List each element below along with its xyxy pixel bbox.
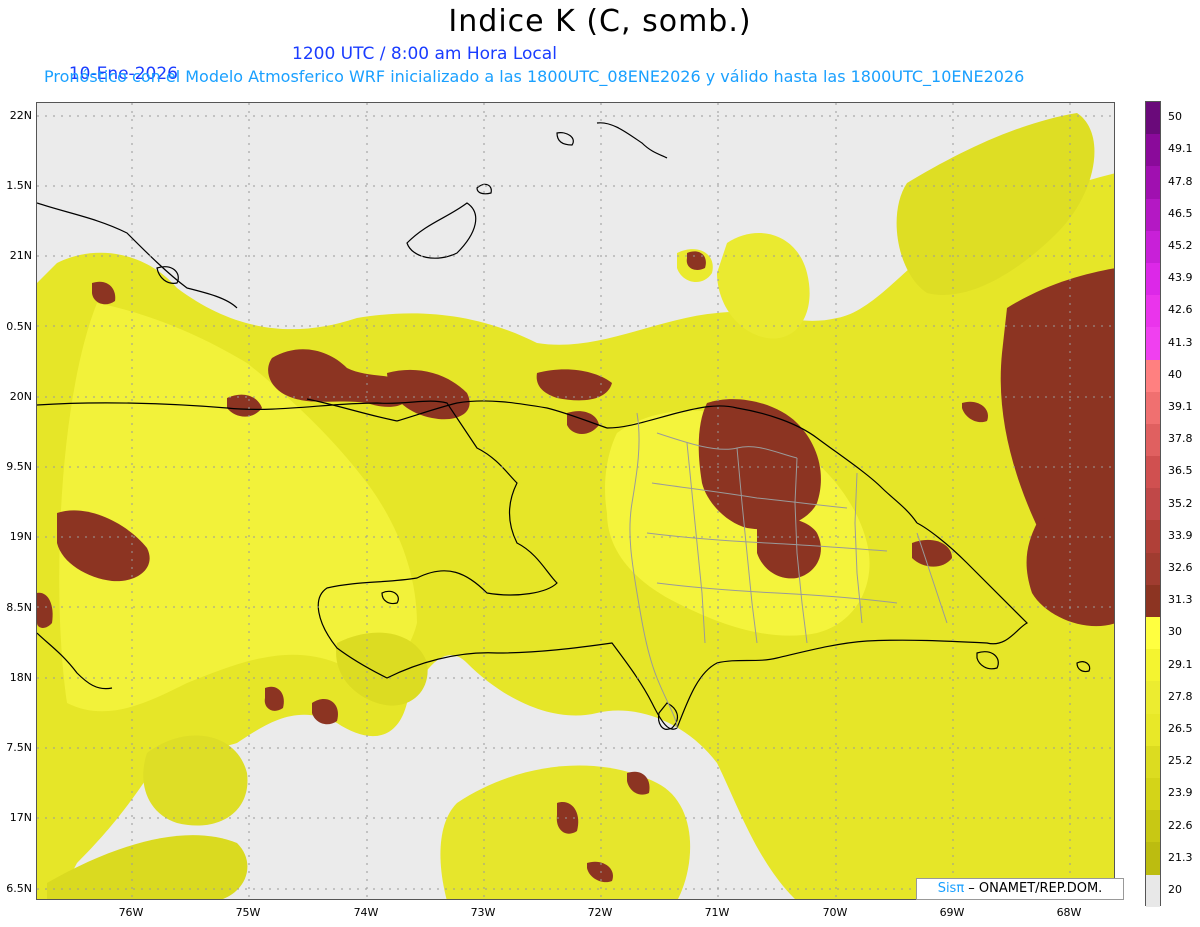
color-scale-label: 45.2 bbox=[1168, 238, 1193, 252]
lon-label: 73W bbox=[470, 906, 496, 919]
credit-box: Sisπ – ONAMET/REP.DOM. bbox=[916, 878, 1124, 900]
forecast-map bbox=[36, 102, 1115, 900]
color-scale-segment bbox=[1146, 198, 1160, 231]
model-subtitle: Pronóstico con el Modelo Atmosferico WRF… bbox=[44, 67, 1025, 86]
valid-time: 1200 UTC / 8:00 am Hora Local bbox=[292, 44, 557, 64]
color-scale-segment bbox=[1146, 391, 1160, 424]
color-scale-label: 30 bbox=[1168, 625, 1182, 639]
color-scale-label: 41.3 bbox=[1168, 335, 1193, 349]
color-scale-label: 32.6 bbox=[1168, 560, 1193, 574]
color-scale-segment bbox=[1146, 584, 1160, 617]
color-scale-segment bbox=[1146, 874, 1160, 907]
lon-label: 74W bbox=[353, 906, 379, 919]
color-scale-label: 27.8 bbox=[1168, 689, 1193, 703]
color-scale-segment bbox=[1146, 842, 1160, 875]
color-scale-label: 40 bbox=[1168, 367, 1182, 381]
lon-label: 71W bbox=[704, 906, 730, 919]
lat-label: 21N bbox=[9, 249, 32, 262]
color-scale-segment bbox=[1146, 295, 1160, 328]
color-scale-segment bbox=[1146, 327, 1160, 360]
color-scale-label: 39.1 bbox=[1168, 399, 1193, 413]
color-scale-segment bbox=[1146, 102, 1160, 135]
lat-label: 22N bbox=[9, 109, 32, 122]
color-scale-segment bbox=[1146, 134, 1160, 167]
lon-label: 70W bbox=[822, 906, 848, 919]
lat-label: 20N bbox=[9, 390, 32, 403]
color-scale-segment bbox=[1146, 520, 1160, 553]
credit-brand: Sisπ bbox=[937, 881, 965, 896]
color-scale-label: 31.3 bbox=[1168, 593, 1193, 607]
lon-label: 75W bbox=[235, 906, 261, 919]
color-scale-segment bbox=[1146, 262, 1160, 296]
lon-label: 68W bbox=[1056, 906, 1082, 919]
lat-label: 1.5N bbox=[6, 179, 32, 192]
lon-label: 76W bbox=[118, 906, 144, 919]
lat-label: 8.5N bbox=[6, 601, 32, 614]
color-scale-segment bbox=[1146, 617, 1160, 650]
color-scale-label: 23.9 bbox=[1168, 786, 1193, 800]
color-scale-segment bbox=[1146, 230, 1160, 263]
color-scale-segment bbox=[1146, 456, 1160, 489]
color-scale-label: 36.5 bbox=[1168, 464, 1193, 478]
color-scale-label: 22.6 bbox=[1168, 818, 1193, 832]
color-scale-segment bbox=[1146, 423, 1160, 457]
lat-label: 18N bbox=[9, 671, 32, 684]
color-scale-segment bbox=[1146, 745, 1160, 778]
color-scale-label: 42.6 bbox=[1168, 303, 1193, 317]
color-scale-label: 29.1 bbox=[1168, 657, 1193, 671]
color-scale-label: 21.3 bbox=[1168, 850, 1193, 864]
color-scale-label: 25.2 bbox=[1168, 754, 1193, 768]
color-scale-segment bbox=[1146, 166, 1160, 199]
lat-label: 9.5N bbox=[6, 460, 32, 473]
lat-label: 17N bbox=[9, 811, 32, 824]
lat-label: 6.5N bbox=[6, 882, 32, 895]
lon-label: 69W bbox=[939, 906, 965, 919]
color-scale-label: 43.9 bbox=[1168, 271, 1193, 285]
lat-label: 19N bbox=[9, 530, 32, 543]
color-scale-label: 49.1 bbox=[1168, 142, 1193, 156]
color-scale-segment bbox=[1146, 810, 1160, 843]
color-scale-label: 46.5 bbox=[1168, 206, 1193, 220]
color-scale-label: 47.8 bbox=[1168, 174, 1193, 188]
color-scale-label: 33.9 bbox=[1168, 528, 1193, 542]
color-scale-segment bbox=[1146, 552, 1160, 585]
color-scale-segment bbox=[1146, 649, 1160, 682]
lat-label: 7.5N bbox=[6, 741, 32, 754]
lon-label: 72W bbox=[587, 906, 613, 919]
color-scale-segment bbox=[1146, 713, 1160, 746]
color-scale-label: 37.8 bbox=[1168, 432, 1193, 446]
color-scale-segment bbox=[1146, 777, 1160, 811]
color-scale-label: 50 bbox=[1168, 110, 1182, 124]
map-title: Indice K (C, somb.) bbox=[448, 4, 752, 39]
color-scale-bar bbox=[1145, 101, 1161, 907]
color-scale-segment bbox=[1146, 488, 1160, 521]
color-scale-label: 20 bbox=[1168, 882, 1182, 896]
color-scale-label: 26.5 bbox=[1168, 721, 1193, 735]
map-canvas bbox=[37, 103, 1114, 899]
color-scale-segment bbox=[1146, 359, 1160, 392]
credit-text: – ONAMET/REP.DOM. bbox=[964, 881, 1103, 896]
color-scale-segment bbox=[1146, 681, 1160, 714]
color-scale-label: 35.2 bbox=[1168, 496, 1193, 510]
lat-label: 0.5N bbox=[6, 320, 32, 333]
